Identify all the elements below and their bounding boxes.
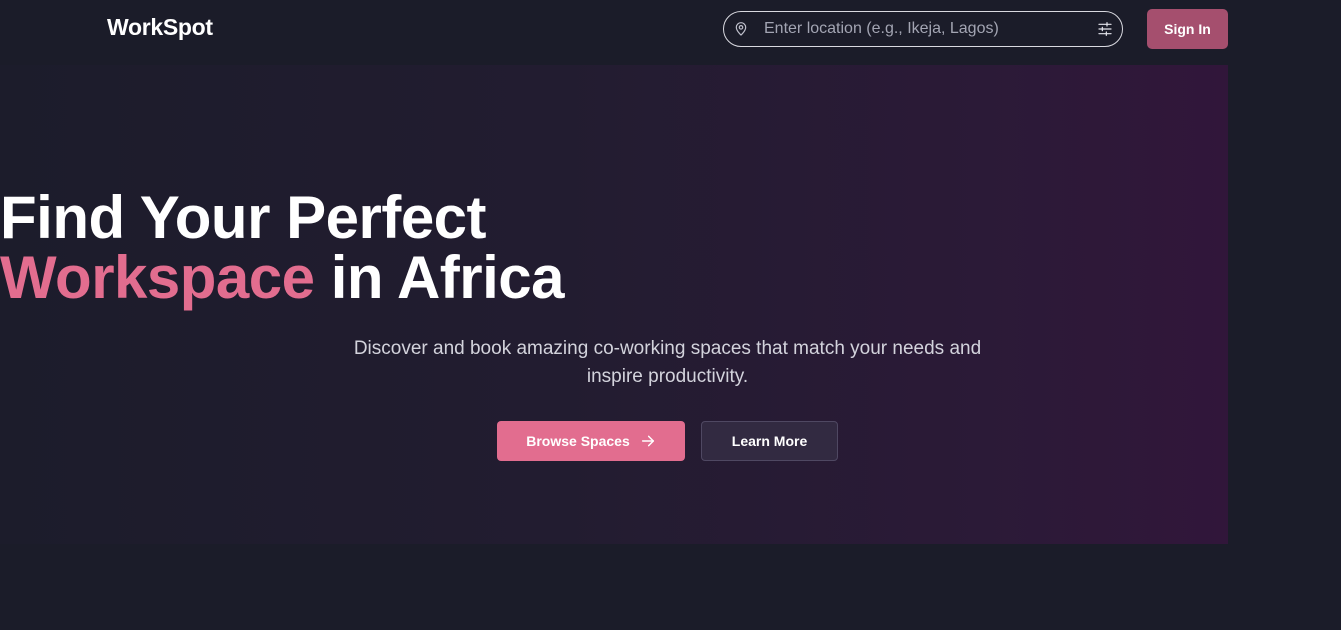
map-pin-icon (735, 22, 747, 36)
headline-accent-word: Workspace (0, 244, 315, 311)
headline-line-1: Find Your Perfect (0, 184, 487, 251)
filter-sliders-icon[interactable] (1097, 21, 1113, 37)
location-search-bar[interactable] (723, 11, 1123, 47)
headline-rest: in Africa (314, 244, 565, 311)
browse-spaces-label: Browse Spaces (526, 433, 630, 449)
hero-headline: Find Your Perfect Workspace in Africa (0, 188, 1335, 308)
browse-spaces-button[interactable]: Browse Spaces (497, 421, 685, 461)
learn-more-button[interactable]: Learn More (701, 421, 838, 461)
arrow-right-icon (641, 435, 654, 447)
hero-subtitle: Discover and book amazing co-working spa… (353, 338, 982, 387)
sign-in-button[interactable]: Sign In (1147, 9, 1228, 49)
location-search-input[interactable] (764, 14, 1084, 44)
top-navbar: WorkSpot Sign In (0, 0, 1341, 58)
hero-section: Find Your Perfect Workspace in Africa Di… (0, 65, 1228, 544)
logo[interactable]: WorkSpot (107, 14, 213, 41)
